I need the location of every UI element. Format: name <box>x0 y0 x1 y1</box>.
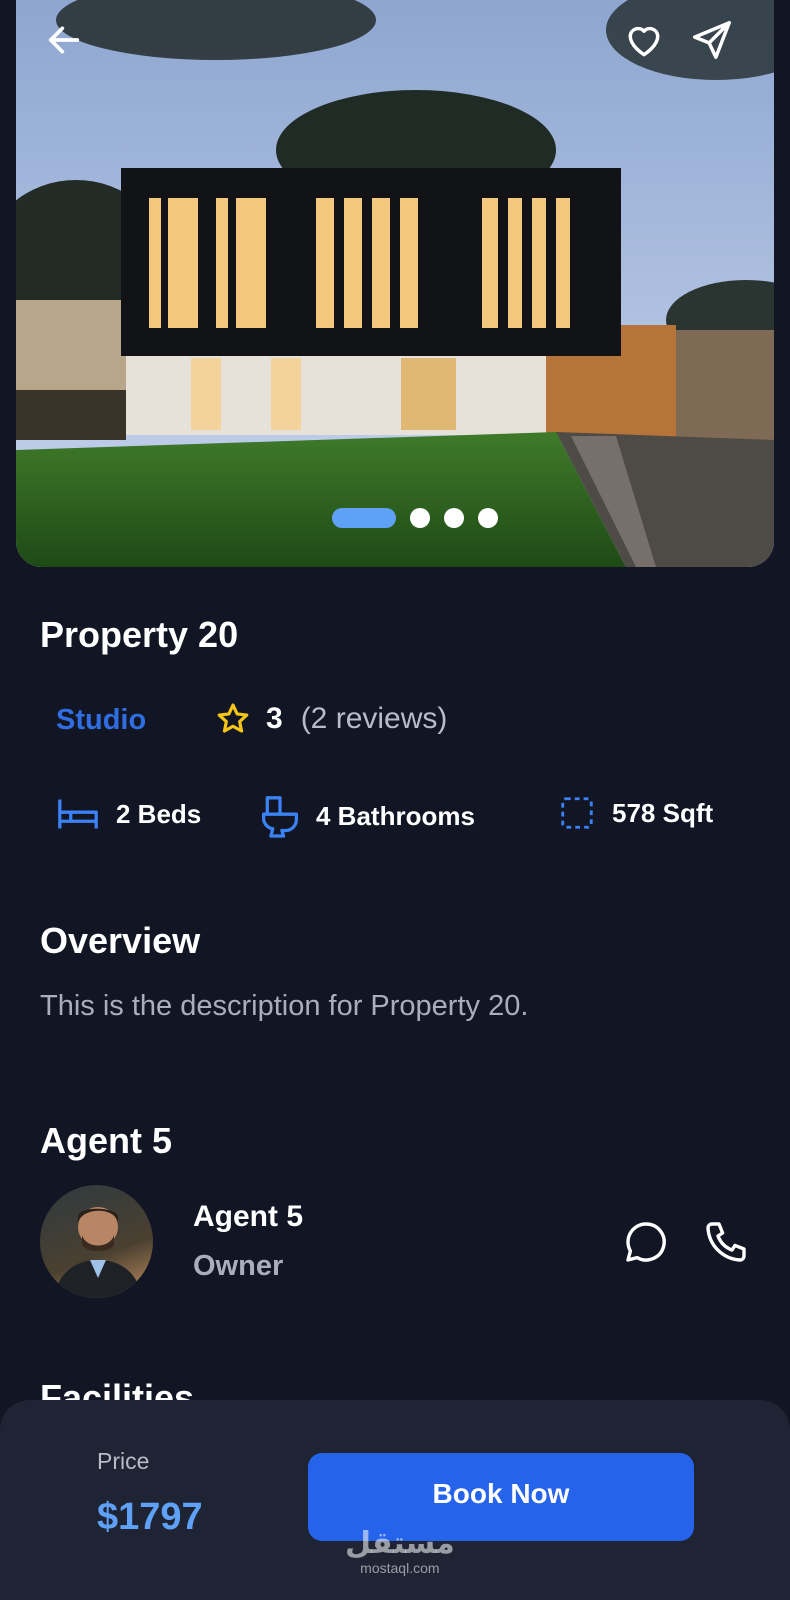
carousel-indicator <box>16 508 774 528</box>
favorite-button[interactable] <box>620 16 668 64</box>
feature-bathrooms: 4 Bathrooms <box>260 794 475 838</box>
watermark-latin: mostaql.com <box>360 1560 440 1576</box>
price-value: $1797 <box>97 1496 203 1538</box>
share-button[interactable] <box>688 16 736 64</box>
beds-label: 2 Beds <box>116 798 202 829</box>
back-button[interactable] <box>40 16 88 64</box>
house-photo <box>16 0 774 567</box>
send-icon <box>693 21 731 59</box>
call-button[interactable] <box>700 1216 752 1268</box>
agent-photo <box>54 1207 142 1298</box>
bed-icon <box>58 799 98 829</box>
avatar <box>40 1185 153 1298</box>
arrow-left-icon <box>48 26 80 54</box>
feature-area: 578 Sqft <box>558 794 713 832</box>
property-type: Studio <box>56 704 147 736</box>
property-image-carousel[interactable] <box>16 0 774 567</box>
chat-button[interactable] <box>620 1216 672 1268</box>
watermark: مستقل mostaql.com <box>345 1526 455 1577</box>
watermark-arabic: مستقل <box>345 1526 455 1561</box>
carousel-dot[interactable] <box>444 508 464 528</box>
agent-heading: Agent 5 <box>40 1120 173 1161</box>
rating-value: 3 <box>266 702 283 735</box>
area-icon <box>561 797 593 829</box>
heart-icon <box>628 26 660 57</box>
agent-name: Agent 5 <box>193 1200 304 1233</box>
carousel-dot[interactable] <box>410 508 430 528</box>
area-label: 578 Sqft <box>612 797 714 828</box>
carousel-dot[interactable] <box>332 508 396 528</box>
overview-heading: Overview <box>40 920 201 961</box>
star-icon <box>217 703 249 733</box>
carousel-dot[interactable] <box>478 508 498 528</box>
phone-icon <box>706 1222 746 1262</box>
feature-beds: 2 Beds <box>56 794 201 834</box>
agent-role: Owner <box>193 1250 284 1282</box>
toilet-icon <box>262 796 298 838</box>
overview-description: This is the description for Property 20. <box>40 990 529 1022</box>
reviews-count: (2 reviews) <box>300 702 448 735</box>
facilities-heading: Facilities <box>40 1377 195 1401</box>
property-title: Property 20 <box>40 614 239 655</box>
rating: 3 (2 reviews) <box>214 700 447 738</box>
chat-icon <box>626 1222 666 1262</box>
bathrooms-label: 4 Bathrooms <box>316 800 475 831</box>
price-label: Price <box>97 1448 150 1474</box>
